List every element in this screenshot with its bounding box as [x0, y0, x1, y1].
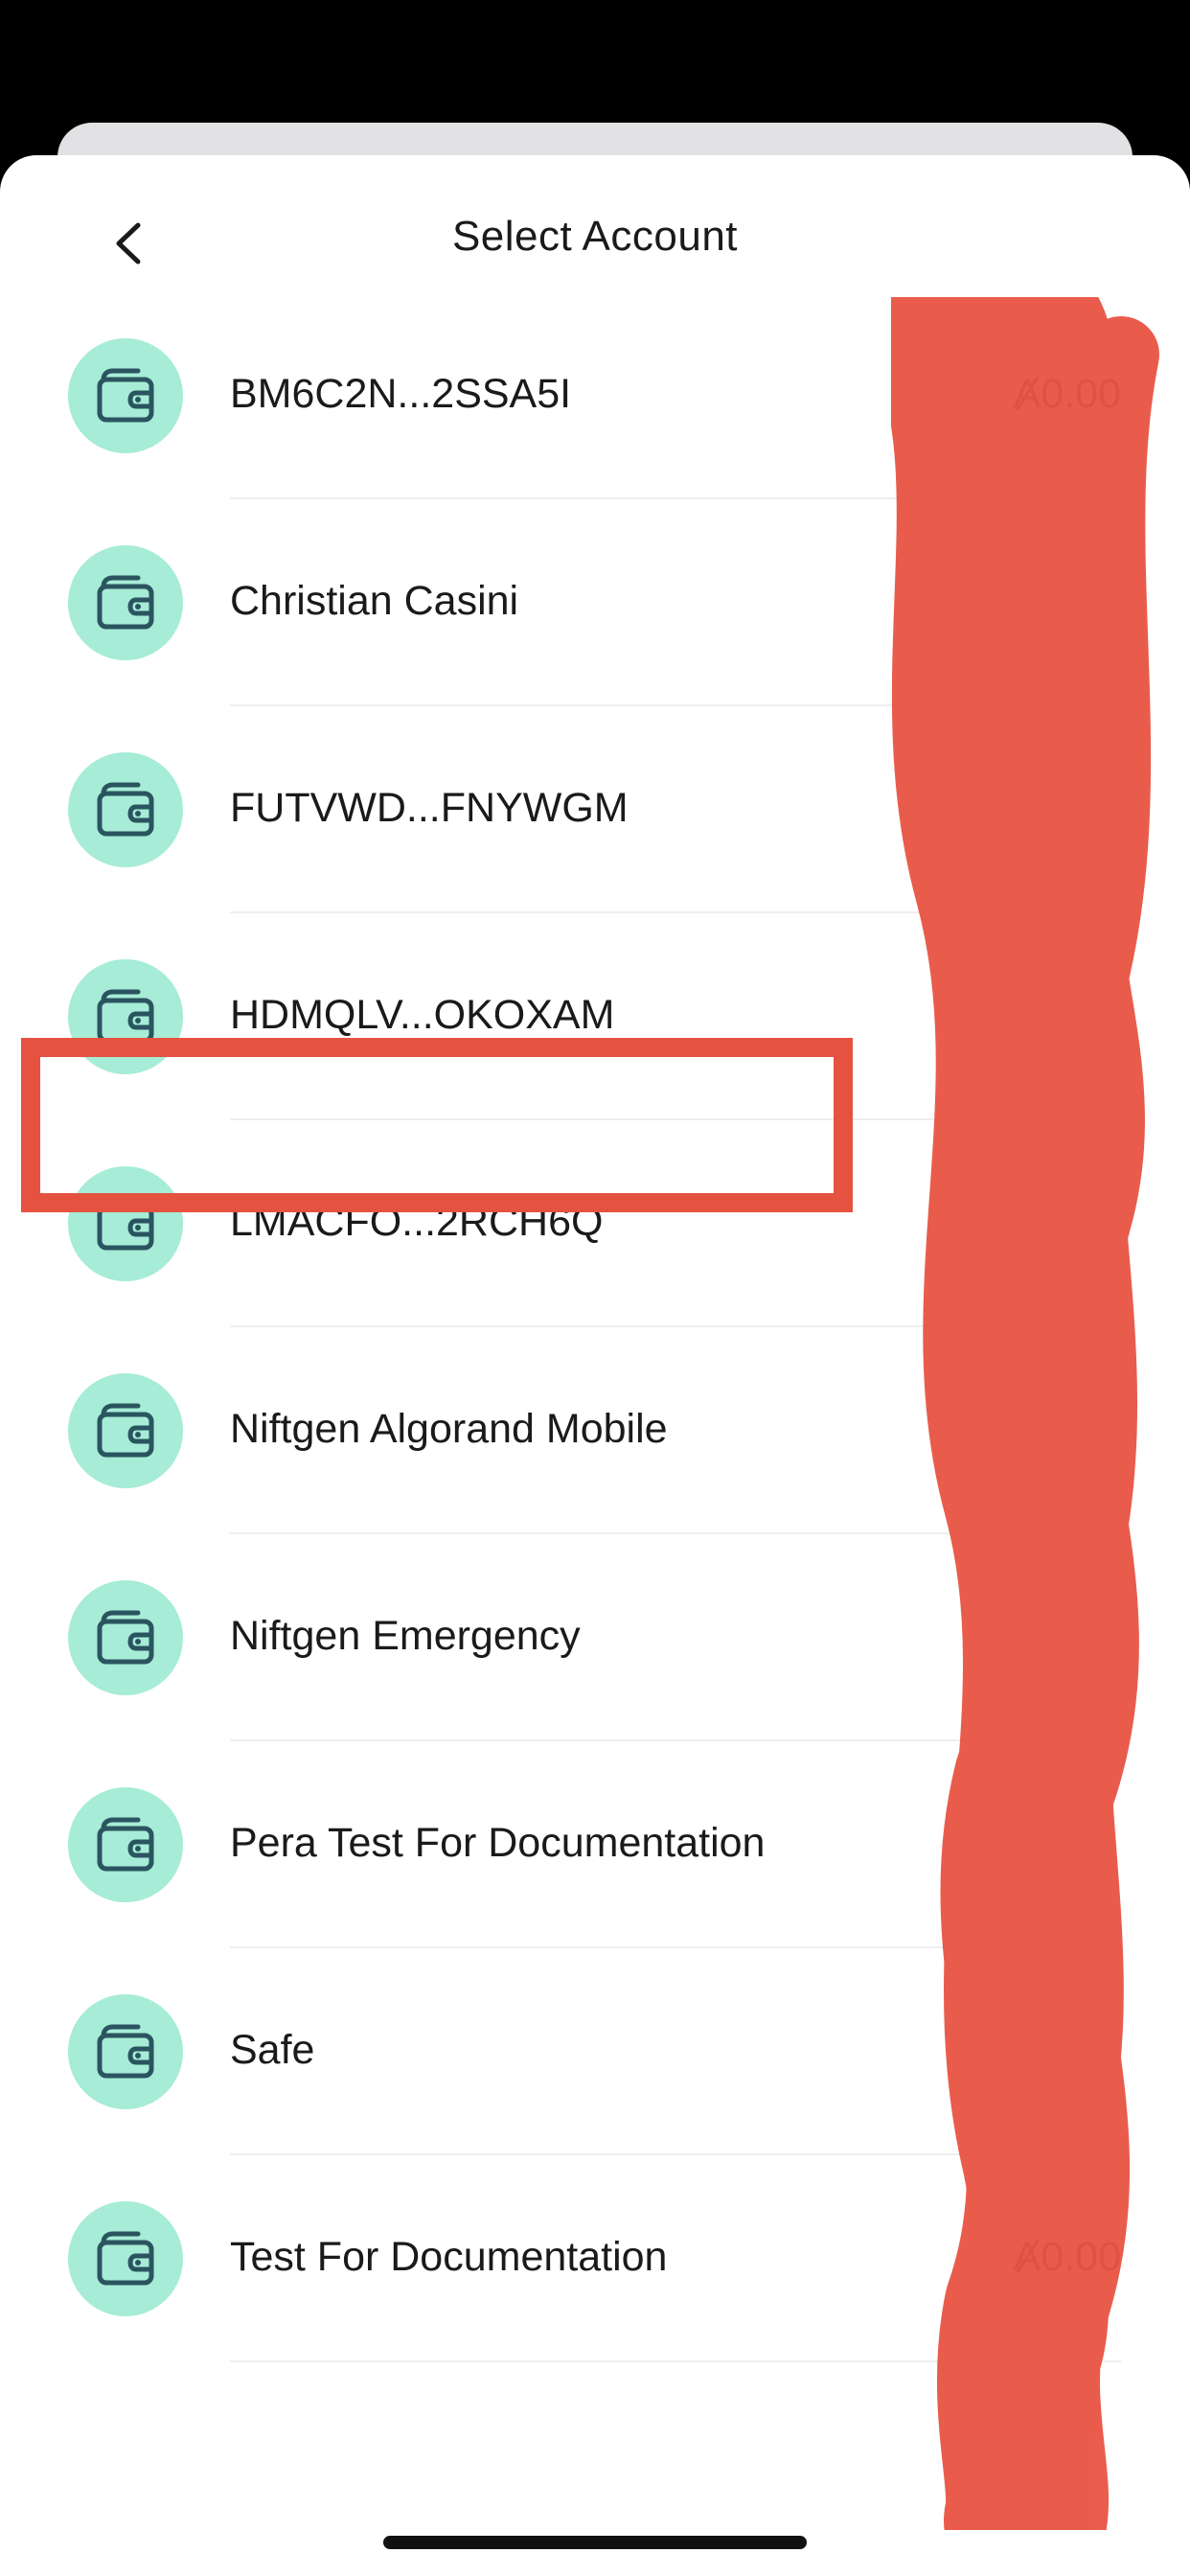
account-name: Safe	[230, 2027, 315, 2073]
phone-screen: Select Account BM6C2N...2SSA5I Ⱥ0.00 Chris…	[0, 0, 1190, 2576]
account-row[interactable]: Niftgen Algorand Mobile	[0, 1327, 1190, 1534]
account-row[interactable]: Pera Test For Documentation	[0, 1741, 1190, 1948]
account-row[interactable]: FUTVWD...FNYWGM	[0, 706, 1190, 913]
wallet-icon	[97, 989, 154, 1044]
account-avatar	[68, 1166, 183, 1281]
account-name: Test For Documentation	[230, 2234, 668, 2280]
account-balance: Ⱥ0.00	[1013, 371, 1121, 417]
account-name: BM6C2N...2SSA5I	[230, 371, 572, 417]
home-indicator	[383, 2536, 807, 2549]
account-row[interactable]: Niftgen Emergency	[0, 1534, 1190, 1741]
account-name: Christian Casini	[230, 578, 519, 624]
account-name: HDMQLV...OKOXAM	[230, 992, 615, 1038]
account-row[interactable]: LMACFO...2RCH6Q	[0, 1120, 1190, 1327]
wallet-icon	[97, 368, 154, 423]
account-name: Pera Test For Documentation	[230, 1820, 766, 1866]
account-avatar	[68, 1994, 183, 2109]
account-row[interactable]: HDMQLV...OKOXAM	[0, 913, 1190, 1120]
wallet-icon	[97, 1817, 154, 1872]
account-avatar	[68, 1580, 183, 1695]
page-title: Select Account	[451, 213, 739, 260]
account-row[interactable]: Safe	[0, 1948, 1190, 2155]
wallet-icon	[97, 2024, 154, 2079]
account-avatar	[68, 545, 183, 660]
wallet-icon	[97, 575, 154, 630]
account-list: BM6C2N...2SSA5I Ⱥ0.00 Christian Casini FUTV…	[0, 292, 1190, 2362]
account-row[interactable]: Test For Documentation Ⱥ0.00	[0, 2155, 1190, 2362]
account-avatar	[68, 1373, 183, 1488]
wallet-icon	[97, 1610, 154, 1665]
account-name: FUTVWD...FNYWGM	[230, 785, 629, 831]
account-avatar	[68, 752, 183, 867]
wallet-icon	[97, 2231, 154, 2286]
account-name: Niftgen Emergency	[230, 1613, 581, 1659]
account-avatar	[68, 959, 183, 1074]
account-avatar	[68, 2201, 183, 2316]
account-avatar	[68, 338, 183, 453]
account-row[interactable]: BM6C2N...2SSA5I Ⱥ0.00	[0, 292, 1190, 499]
account-name: Niftgen Algorand Mobile	[230, 1406, 668, 1452]
wallet-icon	[97, 1196, 154, 1251]
row-divider	[230, 2360, 1121, 2362]
wallet-icon	[97, 1403, 154, 1458]
account-row[interactable]: Christian Casini	[0, 499, 1190, 706]
account-avatar	[68, 1787, 183, 1902]
account-name: LMACFO...2RCH6Q	[230, 1199, 604, 1245]
account-balance: Ⱥ0.00	[1013, 2234, 1121, 2280]
wallet-icon	[97, 782, 154, 837]
